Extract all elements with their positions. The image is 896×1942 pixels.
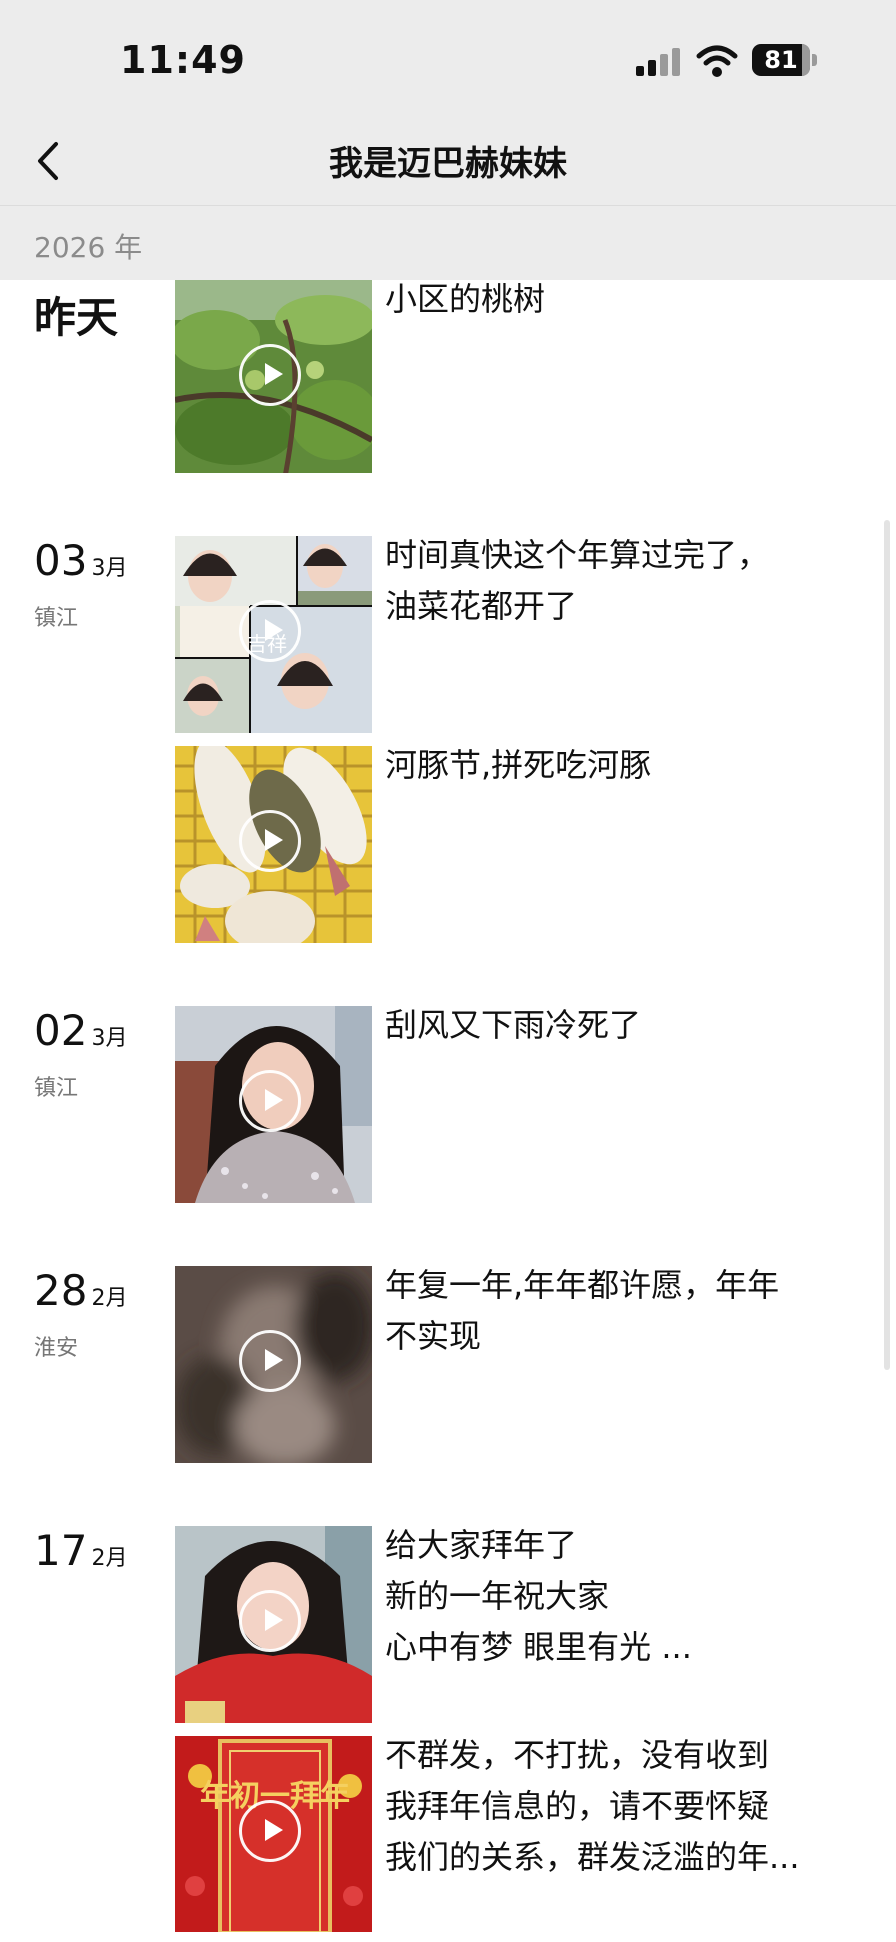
play-icon bbox=[239, 1590, 301, 1652]
video-thumbnail[interactable] bbox=[175, 1006, 372, 1203]
post-caption[interactable]: 给大家拜年了 新的一年祝大家 心中有梦 眼里有光 ... bbox=[385, 1520, 845, 1673]
month-label: 2月 bbox=[91, 1546, 128, 1571]
play-icon bbox=[239, 1070, 301, 1132]
play-icon bbox=[239, 344, 301, 406]
scrollbar[interactable] bbox=[884, 520, 890, 1370]
day-label: 28 bbox=[34, 1266, 88, 1315]
date-label: 17 2月 bbox=[34, 1526, 127, 1575]
location-label: 镇江 bbox=[34, 606, 79, 631]
battery-level: 81 bbox=[764, 46, 798, 74]
post-caption[interactable]: 时间真快这个年算过完了， 油菜花都开了 bbox=[385, 530, 845, 632]
post-caption[interactable]: 小区的桃树 bbox=[385, 274, 845, 325]
wifi-icon bbox=[696, 45, 738, 77]
play-icon bbox=[239, 810, 301, 872]
status-time: 11:49 bbox=[120, 38, 246, 82]
day-label: 03 bbox=[34, 536, 88, 585]
video-thumbnail[interactable] bbox=[175, 1266, 372, 1463]
post-caption[interactable]: 不群发，不打扰，没有收到 我拜年信息的，请不要怀疑 我们的关系，群发泛滥的年..… bbox=[385, 1730, 855, 1883]
date-label: 28 2月 bbox=[34, 1266, 127, 1315]
month-label: 3月 bbox=[91, 556, 128, 581]
post-caption[interactable]: 刮风又下雨冷死了 bbox=[385, 1000, 845, 1051]
video-thumbnail[interactable] bbox=[175, 1526, 372, 1723]
date-label: 02 3月 bbox=[34, 1006, 127, 1055]
day-label: 02 bbox=[34, 1006, 88, 1055]
battery-icon: 81 bbox=[752, 44, 818, 76]
top-bar: 11:49 81 我是迈巴赫妹妹 bbox=[0, 0, 896, 206]
video-thumbnail[interactable]: 年初一拜年 bbox=[175, 1736, 372, 1932]
video-thumbnail[interactable] bbox=[175, 280, 372, 473]
location-label: 淮安 bbox=[34, 1336, 79, 1361]
cellular-signal-icon bbox=[636, 46, 682, 76]
year-label: 2026 年 bbox=[34, 231, 143, 264]
play-icon bbox=[239, 600, 301, 662]
date-label: 昨天 bbox=[34, 284, 118, 345]
date-label: 03 3月 bbox=[34, 536, 127, 585]
location-label: 镇江 bbox=[34, 1076, 79, 1101]
day-label: 17 bbox=[34, 1526, 88, 1575]
year-header: 2026 年 bbox=[0, 206, 896, 280]
page-title: 我是迈巴赫妹妹 bbox=[329, 144, 567, 184]
day-label: 昨天 bbox=[34, 293, 119, 342]
play-icon bbox=[239, 1800, 301, 1862]
video-thumbnail[interactable] bbox=[175, 746, 372, 943]
video-thumbnail[interactable]: 吉祥 bbox=[175, 536, 372, 733]
month-label: 2月 bbox=[91, 1286, 128, 1311]
post-caption[interactable]: 河豚节,拼死吃河豚 bbox=[385, 740, 845, 791]
post-caption[interactable]: 年复一年,年年都许愿，年年 不实现 bbox=[385, 1260, 845, 1362]
play-icon bbox=[239, 1330, 301, 1392]
month-label: 3月 bbox=[91, 1026, 128, 1051]
